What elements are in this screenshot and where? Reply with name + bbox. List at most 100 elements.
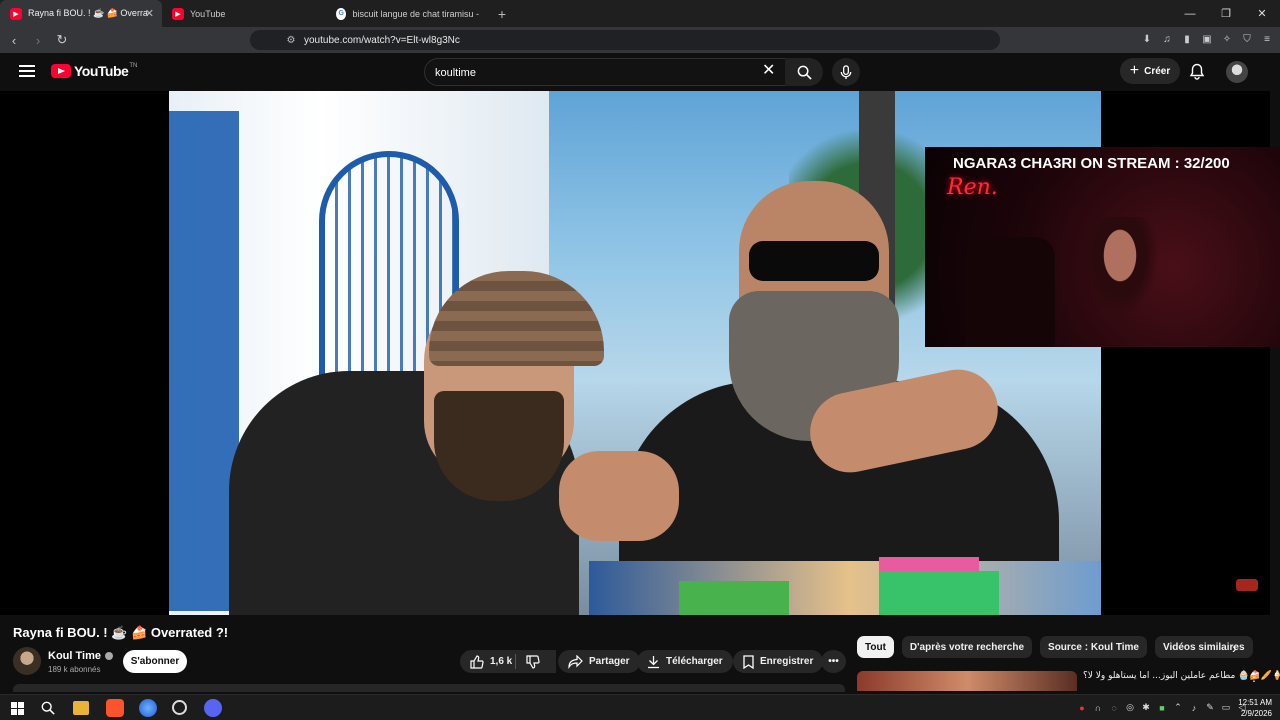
- description-box[interactable]: [13, 684, 845, 692]
- brave-browser-icon[interactable]: [106, 699, 124, 717]
- create-label: Créer: [1144, 65, 1171, 77]
- close-window-button[interactable]: ✕: [1244, 0, 1280, 27]
- logo-region: TN: [129, 63, 138, 69]
- downloads-icon[interactable]: ⬇: [1140, 30, 1154, 48]
- channel-name[interactable]: Koul Time: [48, 650, 113, 662]
- clear-search-icon[interactable]: ✕: [762, 63, 775, 79]
- wallet-icon[interactable]: ▣: [1200, 30, 1214, 48]
- menu-hamburger-icon[interactable]: [19, 65, 35, 77]
- minimize-button[interactable]: —: [1172, 0, 1208, 27]
- nvidia-icon[interactable]: ■: [1156, 701, 1168, 714]
- download-icon: [648, 655, 659, 668]
- back-button[interactable]: ‹: [4, 30, 24, 50]
- overlay-streamer: [1075, 217, 1165, 327]
- chip-search[interactable]: D'après votre recherche: [901, 636, 1033, 658]
- address-bar-row: ‹ › ↻ 🔖︎ ⚙︎ youtube.com/watch?v=Elt-wl8g…: [0, 27, 1280, 53]
- search-button[interactable]: [785, 58, 823, 86]
- save-button[interactable]: Enregistrer: [733, 650, 824, 673]
- music-icon[interactable]: ♫: [1160, 30, 1174, 48]
- new-tab-button[interactable]: +: [490, 0, 514, 27]
- video-title: Rayna fi BOU. ! ☕ 🍰 Overrated ?!: [13, 625, 229, 640]
- chevron-up-icon[interactable]: ⌃: [1172, 701, 1184, 714]
- windows-start-icon[interactable]: [8, 699, 26, 717]
- search-icon: [797, 65, 812, 80]
- subscribe-button[interactable]: S'abonner: [123, 650, 187, 673]
- subscriber-count: 189 k abonnés: [48, 665, 101, 674]
- headset-icon[interactable]: ∩: [1092, 701, 1104, 714]
- tab-video[interactable]: ▶ Rayna fi BOU. ! ☕ 🍰 Overra ✕: [0, 0, 162, 27]
- sidebar-icon[interactable]: ▮: [1180, 30, 1194, 48]
- thumbs-up-icon: [470, 654, 484, 669]
- tab-youtube[interactable]: ▶ YouTube: [162, 0, 326, 27]
- channel-name-text: Koul Time: [48, 650, 101, 662]
- notifications-bell-icon[interactable]: [1189, 63, 1205, 80]
- channel-watermark-icon[interactable]: [1236, 579, 1258, 591]
- chevron-right-icon[interactable]: ›: [1232, 640, 1237, 656]
- dislike-button[interactable]: [516, 650, 552, 673]
- account-avatar[interactable]: [1226, 61, 1248, 83]
- bookmark-save-icon: [743, 654, 754, 669]
- stream-overlay: NGARA3 CHA3RI ON STREAM : 32/200 Ren.: [925, 147, 1280, 347]
- steam-tray-icon[interactable]: ◎: [1124, 701, 1136, 714]
- video-person-left: [209, 181, 604, 615]
- chip-source[interactable]: Source : Koul Time: [1040, 636, 1147, 658]
- discord-icon[interactable]: [204, 699, 222, 717]
- google-favicon-icon: G: [336, 7, 347, 20]
- youtube-favicon-icon: ▶: [10, 7, 22, 20]
- tab-title: biscuit langue de chat tiramisu - Goo: [352, 8, 480, 19]
- logo-text: YouTube: [74, 63, 129, 79]
- download-label: Télécharger: [666, 656, 723, 667]
- search-box: [424, 58, 786, 86]
- forward-button[interactable]: ›: [28, 30, 48, 50]
- vpn-icon[interactable]: ⛉: [1240, 30, 1254, 48]
- search-input[interactable]: [435, 64, 755, 82]
- voice-search-button[interactable]: [832, 58, 860, 86]
- chip-similar[interactable]: Vidéos similaires: [1154, 636, 1253, 658]
- more-actions-button[interactable]: •••: [821, 650, 846, 673]
- video-green-box: [879, 571, 999, 615]
- url-text: youtube.com/watch?v=Elt-wl8g3Nc: [304, 34, 460, 46]
- chip-all[interactable]: Tout: [857, 636, 894, 658]
- search-icon[interactable]: [39, 699, 57, 717]
- video-player[interactable]: NGARA3 CHA3RI ON STREAM : 32/200 Ren.: [0, 91, 1280, 615]
- steam-icon[interactable]: [172, 700, 187, 715]
- youtube-logo[interactable]: YouTube TN: [51, 63, 137, 79]
- save-label: Enregistrer: [760, 656, 814, 667]
- channel-avatar[interactable]: [13, 647, 41, 675]
- youtube-play-icon: [51, 64, 71, 78]
- ai-icon[interactable]: ✧: [1220, 30, 1234, 48]
- thumbs-down-icon: [526, 654, 540, 669]
- more-vertical-icon[interactable]: ⋮: [1248, 670, 1260, 684]
- share-icon: [568, 654, 583, 669]
- more-horizontal-icon: •••: [828, 656, 839, 667]
- clock-date: 2/9/2026: [1240, 709, 1272, 718]
- network-icon[interactable]: ▭: [1220, 701, 1232, 714]
- reload-button[interactable]: ↻: [52, 30, 72, 50]
- overlay-title: NGARA3 CHA3RI ON STREAM : 32/200: [953, 155, 1230, 172]
- download-button[interactable]: Télécharger: [637, 650, 733, 673]
- file-explorer-icon[interactable]: [73, 701, 89, 715]
- system-clock[interactable]: 12:51 AM 2/9/2026: [1238, 697, 1272, 719]
- clock-time: 12:51 AM: [1238, 698, 1272, 707]
- menu-icon[interactable]: ≡: [1260, 30, 1274, 48]
- create-button[interactable]: + Créer: [1120, 58, 1180, 84]
- share-button[interactable]: Partager: [558, 650, 640, 673]
- app-icon[interactable]: [139, 699, 157, 717]
- address-bar[interactable]: ⚙︎ youtube.com/watch?v=Elt-wl8g3Nc: [250, 30, 1000, 50]
- close-tab-icon[interactable]: ✕: [145, 7, 154, 20]
- tab-google[interactable]: G biscuit langue de chat tiramisu - Goo: [326, 0, 490, 27]
- tab-title: YouTube: [190, 8, 226, 19]
- record-icon[interactable]: ●: [1076, 701, 1088, 714]
- sync-icon[interactable]: ◌: [1108, 701, 1120, 714]
- site-info-icon[interactable]: ⚙︎: [284, 33, 298, 47]
- recommendation-thumbnail[interactable]: [857, 671, 1077, 691]
- mic-tray-icon[interactable]: ♪: [1188, 701, 1200, 714]
- restore-button[interactable]: ❐: [1208, 0, 1244, 27]
- window-controls: — ❐ ✕: [1172, 0, 1280, 27]
- windows-taskbar: ● ∩ ◌ ◎ ✱ ■ ⌃ ♪ ✎ ▭ ◁ 12:51 AM 2/9/2026: [0, 694, 1280, 720]
- pen-icon[interactable]: ✎: [1204, 701, 1216, 714]
- overlay-chair: [965, 237, 1055, 347]
- bluetooth-icon[interactable]: ✱: [1140, 701, 1152, 714]
- system-tray: ● ∩ ◌ ◎ ✱ ■ ⌃ ♪ ✎ ▭ ◁: [1076, 701, 1248, 714]
- video-table: [589, 561, 1101, 615]
